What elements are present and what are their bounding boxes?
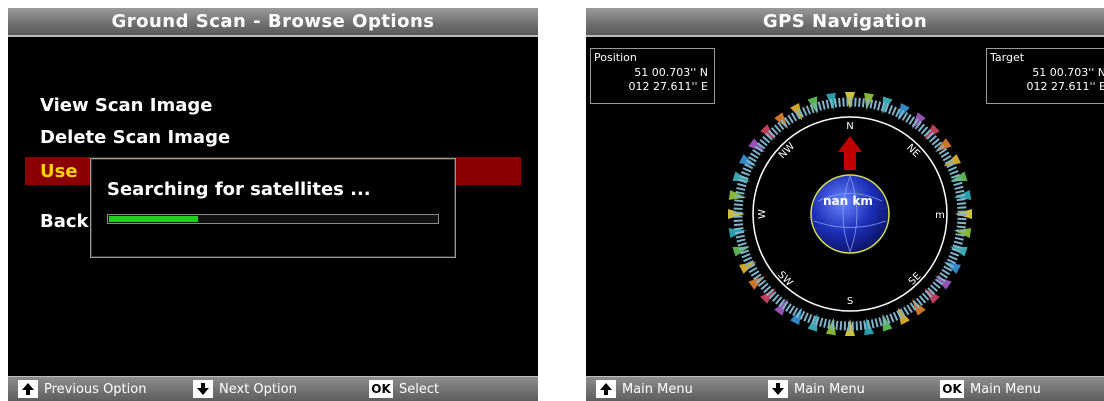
satellite-tick-marker [760,124,776,140]
hint-main-menu-up[interactable]: Main Menu [596,379,693,399]
satellite-tick-marker [924,124,940,140]
hint-label: Previous Option [44,381,147,397]
hint-select[interactable]: OK Select [369,379,439,399]
ok-key-icon: OK [369,380,393,398]
menu-item-use[interactable]: Use [40,161,78,182]
hint-label: Select [399,381,440,397]
compass-west-label: W [757,209,768,219]
compass-north-label: N [846,121,853,132]
progress-fill [109,216,198,222]
hint-label: Next Option [219,381,297,397]
hint-previous-option[interactable]: Previous Option [18,379,146,399]
arrow-up-icon [18,380,38,398]
compass-se-label: SE [907,271,924,288]
searching-dialog: Searching for satellites ... [90,158,456,258]
hint-label: Main Menu [970,381,1041,397]
hint-next-option[interactable]: Next Option [193,379,297,399]
globe-icon [810,174,890,254]
ok-key-icon: OK [940,380,964,398]
menu-item-view-scan-image[interactable]: View Scan Image [40,95,212,116]
heading-arrow-icon [838,136,862,170]
arrow-up-icon [596,380,616,398]
compass-east-label: m [935,210,945,221]
screen-title: Ground Scan - Browse Options [8,8,538,37]
hint-main-menu-ok[interactable]: OK Main Menu [940,379,1041,399]
menu-item-back[interactable]: Back [40,211,89,232]
menu-item-delete-scan-image[interactable]: Delete Scan Image [40,127,230,148]
bottom-hint-bar: Main Menu Main Menu OK Main Menu [586,376,1104,401]
dialog-message: Searching for satellites ... [107,179,371,200]
compass-nw-label: NW [777,141,797,161]
satellite-tick-marker [845,92,855,109]
ground-scan-screen: Ground Scan - Browse Options View Scan I… [8,8,538,401]
hint-main-menu-down[interactable]: Main Menu [768,379,865,399]
distance-readout: nan km [823,194,873,208]
satellite-tick-marker [728,209,745,219]
arrow-down-icon [768,380,788,398]
compass-sw-label: SW [775,269,794,288]
satellite-tick-marker [774,298,789,316]
compass-south-label: S [847,296,853,307]
gps-navigation-screen: GPS Navigation Position 51 00.703'' N 01… [586,8,1104,401]
hint-label: Main Menu [794,381,865,397]
bottom-hint-bar: Previous Option Next Option OK Select [8,376,538,401]
progress-bar [107,214,439,224]
satellite-tick-marker [953,228,972,239]
satellite-tick-marker [934,275,952,290]
hint-label: Main Menu [622,381,693,397]
screen-title: GPS Navigation [586,8,1104,37]
arrow-down-icon [193,380,213,398]
